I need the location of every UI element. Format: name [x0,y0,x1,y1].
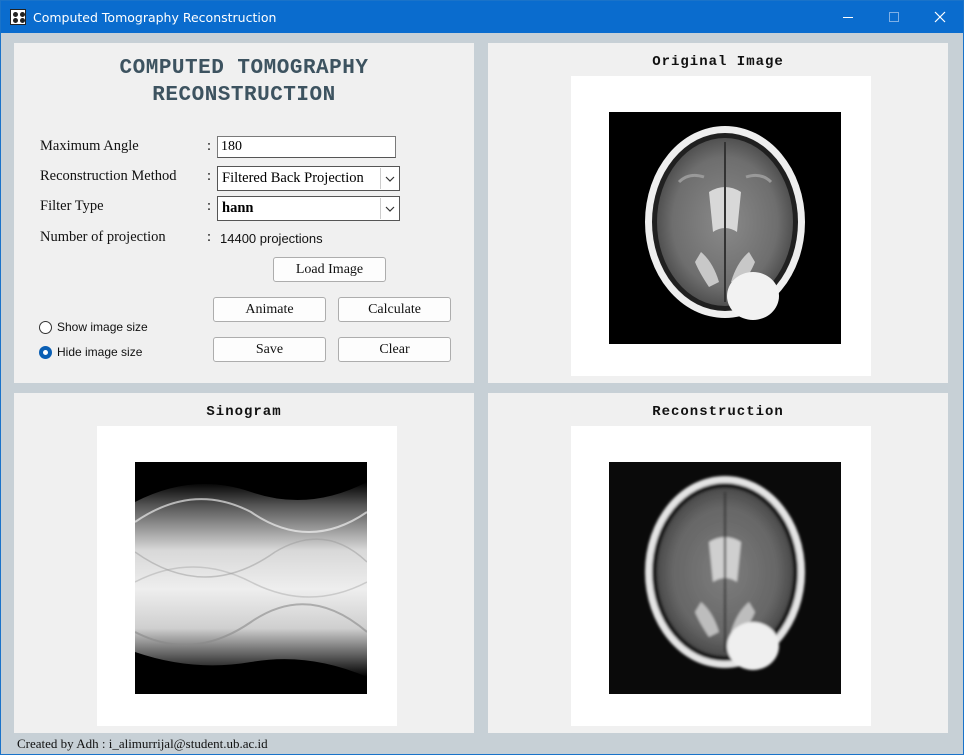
maximize-icon [889,12,899,22]
chevron-down-icon[interactable] [380,198,398,219]
app-window: Computed Tomography Reconstruction COMPU… [0,0,964,755]
load-image-button[interactable]: Load Image [273,257,386,282]
app-icon [10,9,26,25]
reconstruction-title: Reconstruction [652,404,784,420]
sinogram-graphic [135,462,367,694]
calculate-button[interactable]: Calculate [338,297,451,322]
close-button[interactable] [917,1,963,33]
brain-mri-image [645,126,805,320]
filter-select[interactable]: hann [217,196,400,221]
animate-button[interactable]: Animate [213,297,326,322]
controls-panel: COMPUTED TOMOGRAPHY RECONSTRUCTION Maxim… [14,43,474,383]
original-image-frame [571,76,871,376]
max-angle-label: Maximum Angle [40,138,139,154]
method-select-value: Filtered Back Projection [222,170,364,186]
clear-button[interactable]: Clear [338,337,451,362]
original-image-title: Original Image [652,54,784,70]
sinogram-frame [97,426,397,726]
window-title: Computed Tomography Reconstruction [33,10,277,25]
chevron-down-icon[interactable] [380,168,398,189]
projections-value: 14400 projections [220,231,323,246]
method-select[interactable]: Filtered Back Projection [217,166,400,191]
radio-checked-icon [39,345,52,359]
show-image-size-radio[interactable]: Show image size [39,320,148,334]
reconstructed-brain-image [609,462,841,694]
hide-image-size-label: Hide image size [57,345,143,359]
title-bar[interactable]: Computed Tomography Reconstruction [1,1,963,33]
original-image [609,112,841,344]
hide-image-size-radio[interactable]: Hide image size [39,345,142,359]
colon: : [207,198,212,214]
radio-unchecked-icon [39,320,52,334]
max-angle-input[interactable]: 180 [217,136,396,158]
reconstruction-image [609,462,841,694]
colon: : [207,229,212,245]
maximize-button[interactable] [871,1,917,33]
projections-label: Number of projection [40,229,166,245]
main-heading: COMPUTED TOMOGRAPHY RECONSTRUCTION [14,55,474,109]
sinogram-title: Sinogram [206,404,282,420]
sinogram-panel: Sinogram [14,393,474,733]
heading-line-1: COMPUTED TOMOGRAPHY [119,57,369,80]
filter-select-value: hann [222,200,254,216]
reconstruction-panel: Reconstruction [488,393,948,733]
minimize-icon [843,16,853,18]
sinogram-image [135,462,367,694]
save-button[interactable]: Save [213,337,326,362]
filter-label: Filter Type [40,198,104,214]
colon: : [207,138,212,154]
minimize-button[interactable] [825,1,871,33]
reconstruction-frame [571,426,871,726]
colon: : [207,168,212,184]
footer-credit: Created by Adh : i_alimurrijal@student.u… [17,736,268,751]
original-image-panel: Original Image [488,43,948,383]
show-image-size-label: Show image size [57,320,148,334]
method-label: Reconstruction Method [40,168,177,184]
heading-line-2: RECONSTRUCTION [152,84,336,107]
close-icon [934,11,946,23]
